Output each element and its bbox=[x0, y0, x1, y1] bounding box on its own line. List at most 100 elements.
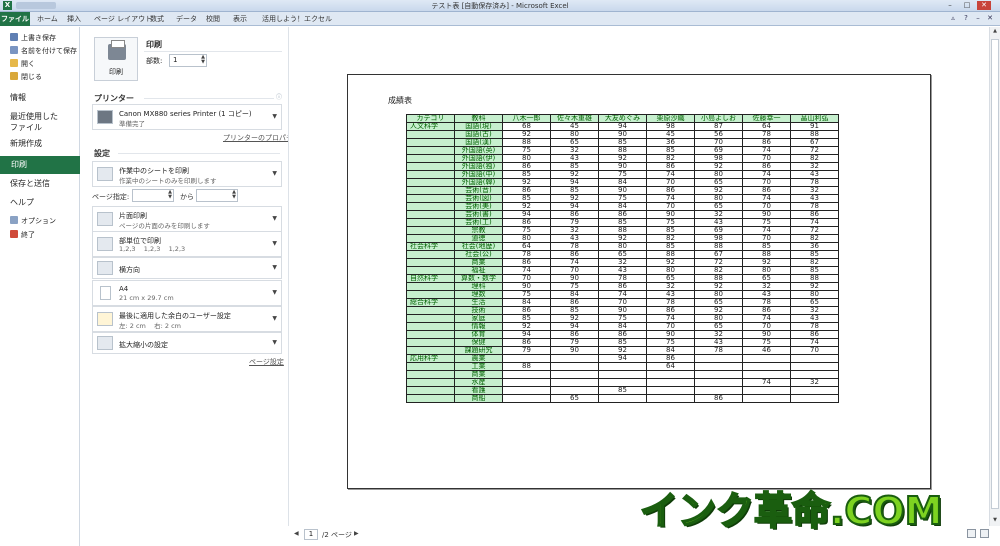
tab-insert[interactable]: 挿入 bbox=[67, 14, 81, 24]
category-cell: 自然科学 bbox=[406, 274, 455, 283]
nav-print[interactable]: 印刷 bbox=[0, 156, 80, 174]
score-cell: 72 bbox=[694, 258, 743, 267]
category-cell bbox=[406, 258, 455, 267]
paper-icon bbox=[100, 286, 111, 300]
save-icon bbox=[10, 33, 18, 41]
category-cell: 人文科学 bbox=[406, 122, 455, 131]
category-cell bbox=[406, 370, 455, 379]
page-setup-link[interactable]: ページ設定 bbox=[249, 357, 284, 367]
score-cell: 70 bbox=[550, 266, 599, 275]
category-cell bbox=[406, 226, 455, 235]
score-cell bbox=[742, 362, 791, 371]
table-row: 社会科学 社会(地歴) 64 78 80 85 88 85 36 bbox=[406, 242, 839, 251]
tab-data[interactable]: データ bbox=[176, 14, 197, 24]
workbook-close-icon[interactable]: ✕ bbox=[985, 14, 995, 23]
score-cell: 74 bbox=[502, 266, 551, 275]
tab-formulas[interactable]: 数式 bbox=[150, 14, 164, 24]
tab-page-layout[interactable]: ページ レイアウト bbox=[94, 14, 152, 24]
tab-home[interactable]: ホーム bbox=[37, 14, 58, 24]
next-page-icon[interactable]: ▶ bbox=[354, 530, 359, 537]
category-cell bbox=[406, 314, 455, 323]
score-cell: 86 bbox=[550, 298, 599, 307]
subject-cell: 芸術(美) bbox=[454, 202, 503, 211]
settings-section-title: 設定 bbox=[94, 149, 110, 158]
sides-dropdown[interactable]: 片面印刷 ページの片面のみを印刷します ▼ bbox=[92, 206, 282, 232]
score-cell: 86 bbox=[646, 354, 695, 363]
score-cell: 65 bbox=[694, 298, 743, 307]
tab-custom[interactable]: 活用しよう！エクセル bbox=[262, 14, 332, 24]
category-cell bbox=[406, 194, 455, 203]
score-cell: 84 bbox=[502, 298, 551, 307]
printer-icon bbox=[108, 40, 126, 60]
page-number-input[interactable]: 1 bbox=[304, 529, 318, 540]
score-cell: 80 bbox=[502, 234, 551, 243]
nav-recent[interactable]: 最近使用した ファイル bbox=[10, 111, 58, 133]
vertical-scrollbar[interactable]: ▲ ▼ bbox=[989, 27, 1000, 526]
copies-stepper[interactable]: 1 ▲ ▼ bbox=[169, 54, 207, 67]
maximize-icon[interactable]: □ bbox=[960, 1, 974, 10]
table-row: 商業 86 74 32 92 72 92 82 bbox=[406, 258, 839, 267]
spin-arrows-icon[interactable]: ▲ ▼ bbox=[201, 55, 205, 65]
nav-info[interactable]: 情報 bbox=[10, 92, 26, 103]
score-cell: 74 bbox=[742, 170, 791, 179]
score-cell bbox=[598, 378, 647, 387]
nav-save-send[interactable]: 保存と送信 bbox=[10, 178, 50, 189]
subject-cell: 国語(漢) bbox=[454, 138, 503, 147]
close-icon[interactable]: ✕ bbox=[977, 1, 991, 10]
print-button[interactable]: 印刷 bbox=[94, 37, 138, 81]
scroll-thumb[interactable] bbox=[991, 39, 999, 509]
prev-page-icon[interactable]: ◀ bbox=[294, 530, 299, 537]
tab-file[interactable]: ファイル bbox=[0, 12, 30, 26]
workbook-minimize-icon[interactable]: – bbox=[973, 14, 983, 23]
score-cell: 32 bbox=[694, 210, 743, 219]
show-margins-icon[interactable] bbox=[967, 529, 976, 538]
tab-review[interactable]: 校閲 bbox=[206, 14, 220, 24]
ribbon-collapse-icon[interactable]: ▵ bbox=[948, 14, 958, 23]
info-icon[interactable]: ⓘ bbox=[276, 92, 282, 101]
scroll-down-icon[interactable]: ▼ bbox=[991, 517, 999, 525]
spin-arrows-icon[interactable]: ▲ ▼ bbox=[168, 190, 172, 200]
nav-help[interactable]: ヘルプ bbox=[10, 197, 34, 208]
score-cell: 67 bbox=[790, 138, 839, 147]
score-cell bbox=[502, 394, 551, 403]
paper-size-dropdown[interactable]: A4 21 cm x 29.7 cm ▼ bbox=[92, 280, 282, 306]
score-cell: 32 bbox=[694, 330, 743, 339]
table-row: 看護 85 bbox=[406, 386, 839, 395]
score-cell: 90 bbox=[598, 306, 647, 315]
collate-dropdown[interactable]: 部単位で印刷 1,2,3 1,2,3 1,2,3 ▼ bbox=[92, 231, 282, 257]
score-cell: 43 bbox=[790, 314, 839, 323]
score-cell: 72 bbox=[790, 226, 839, 235]
column-header: カテゴリ bbox=[406, 114, 455, 123]
margins-dropdown[interactable]: 最後に適用した余白のユーザー設定 左: 2 cm 右: 2 cm ▼ bbox=[92, 306, 282, 332]
score-cell: 85 bbox=[646, 226, 695, 235]
zoom-to-page-icon[interactable] bbox=[980, 529, 989, 538]
nav-new[interactable]: 新規作成 bbox=[10, 138, 42, 149]
print-settings-panel: 印刷 印刷 部数: 1 ▲ ▼ プリンター ⓘ Canon MX880 serie… bbox=[86, 27, 300, 546]
score-cell: 78 bbox=[646, 298, 695, 307]
table-row: 体育 94 86 86 90 32 90 86 bbox=[406, 330, 839, 339]
pages-to-input[interactable]: ▲ ▼ bbox=[196, 189, 238, 202]
scaling-dropdown[interactable]: 拡大縮小の設定 ▼ bbox=[92, 332, 282, 354]
score-cell: 92 bbox=[694, 282, 743, 291]
score-cell: 80 bbox=[694, 290, 743, 299]
scroll-up-icon[interactable]: ▲ bbox=[991, 28, 999, 36]
score-cell: 65 bbox=[646, 274, 695, 283]
score-cell: 75 bbox=[742, 218, 791, 227]
tab-view[interactable]: 表示 bbox=[233, 14, 247, 24]
score-cell: 70 bbox=[742, 202, 791, 211]
printer-dropdown[interactable]: Canon MX880 series Printer (1 コピー) 準備完了 … bbox=[92, 104, 282, 130]
orientation-dropdown[interactable]: 横方向 ▼ bbox=[92, 257, 282, 279]
pages-from-input[interactable]: ▲ ▼ bbox=[132, 189, 174, 202]
print-what-dropdown[interactable]: 作業中のシートを印刷 作業中のシートのみを印刷します ▼ bbox=[92, 161, 282, 187]
score-cell: 43 bbox=[550, 154, 599, 163]
score-cell: 80 bbox=[646, 266, 695, 275]
score-cell: 90 bbox=[598, 186, 647, 195]
column-header: 佐藤幸一 bbox=[742, 114, 791, 123]
table-row: 芸術(美) 92 94 84 70 65 70 78 bbox=[406, 202, 839, 211]
score-cell: 85 bbox=[598, 218, 647, 227]
minimize-icon[interactable]: – bbox=[943, 1, 957, 10]
spin-arrows-icon[interactable]: ▲ ▼ bbox=[232, 190, 236, 200]
category-cell bbox=[406, 162, 455, 171]
score-cell bbox=[694, 354, 743, 363]
help-icon[interactable]: ? bbox=[961, 14, 971, 23]
